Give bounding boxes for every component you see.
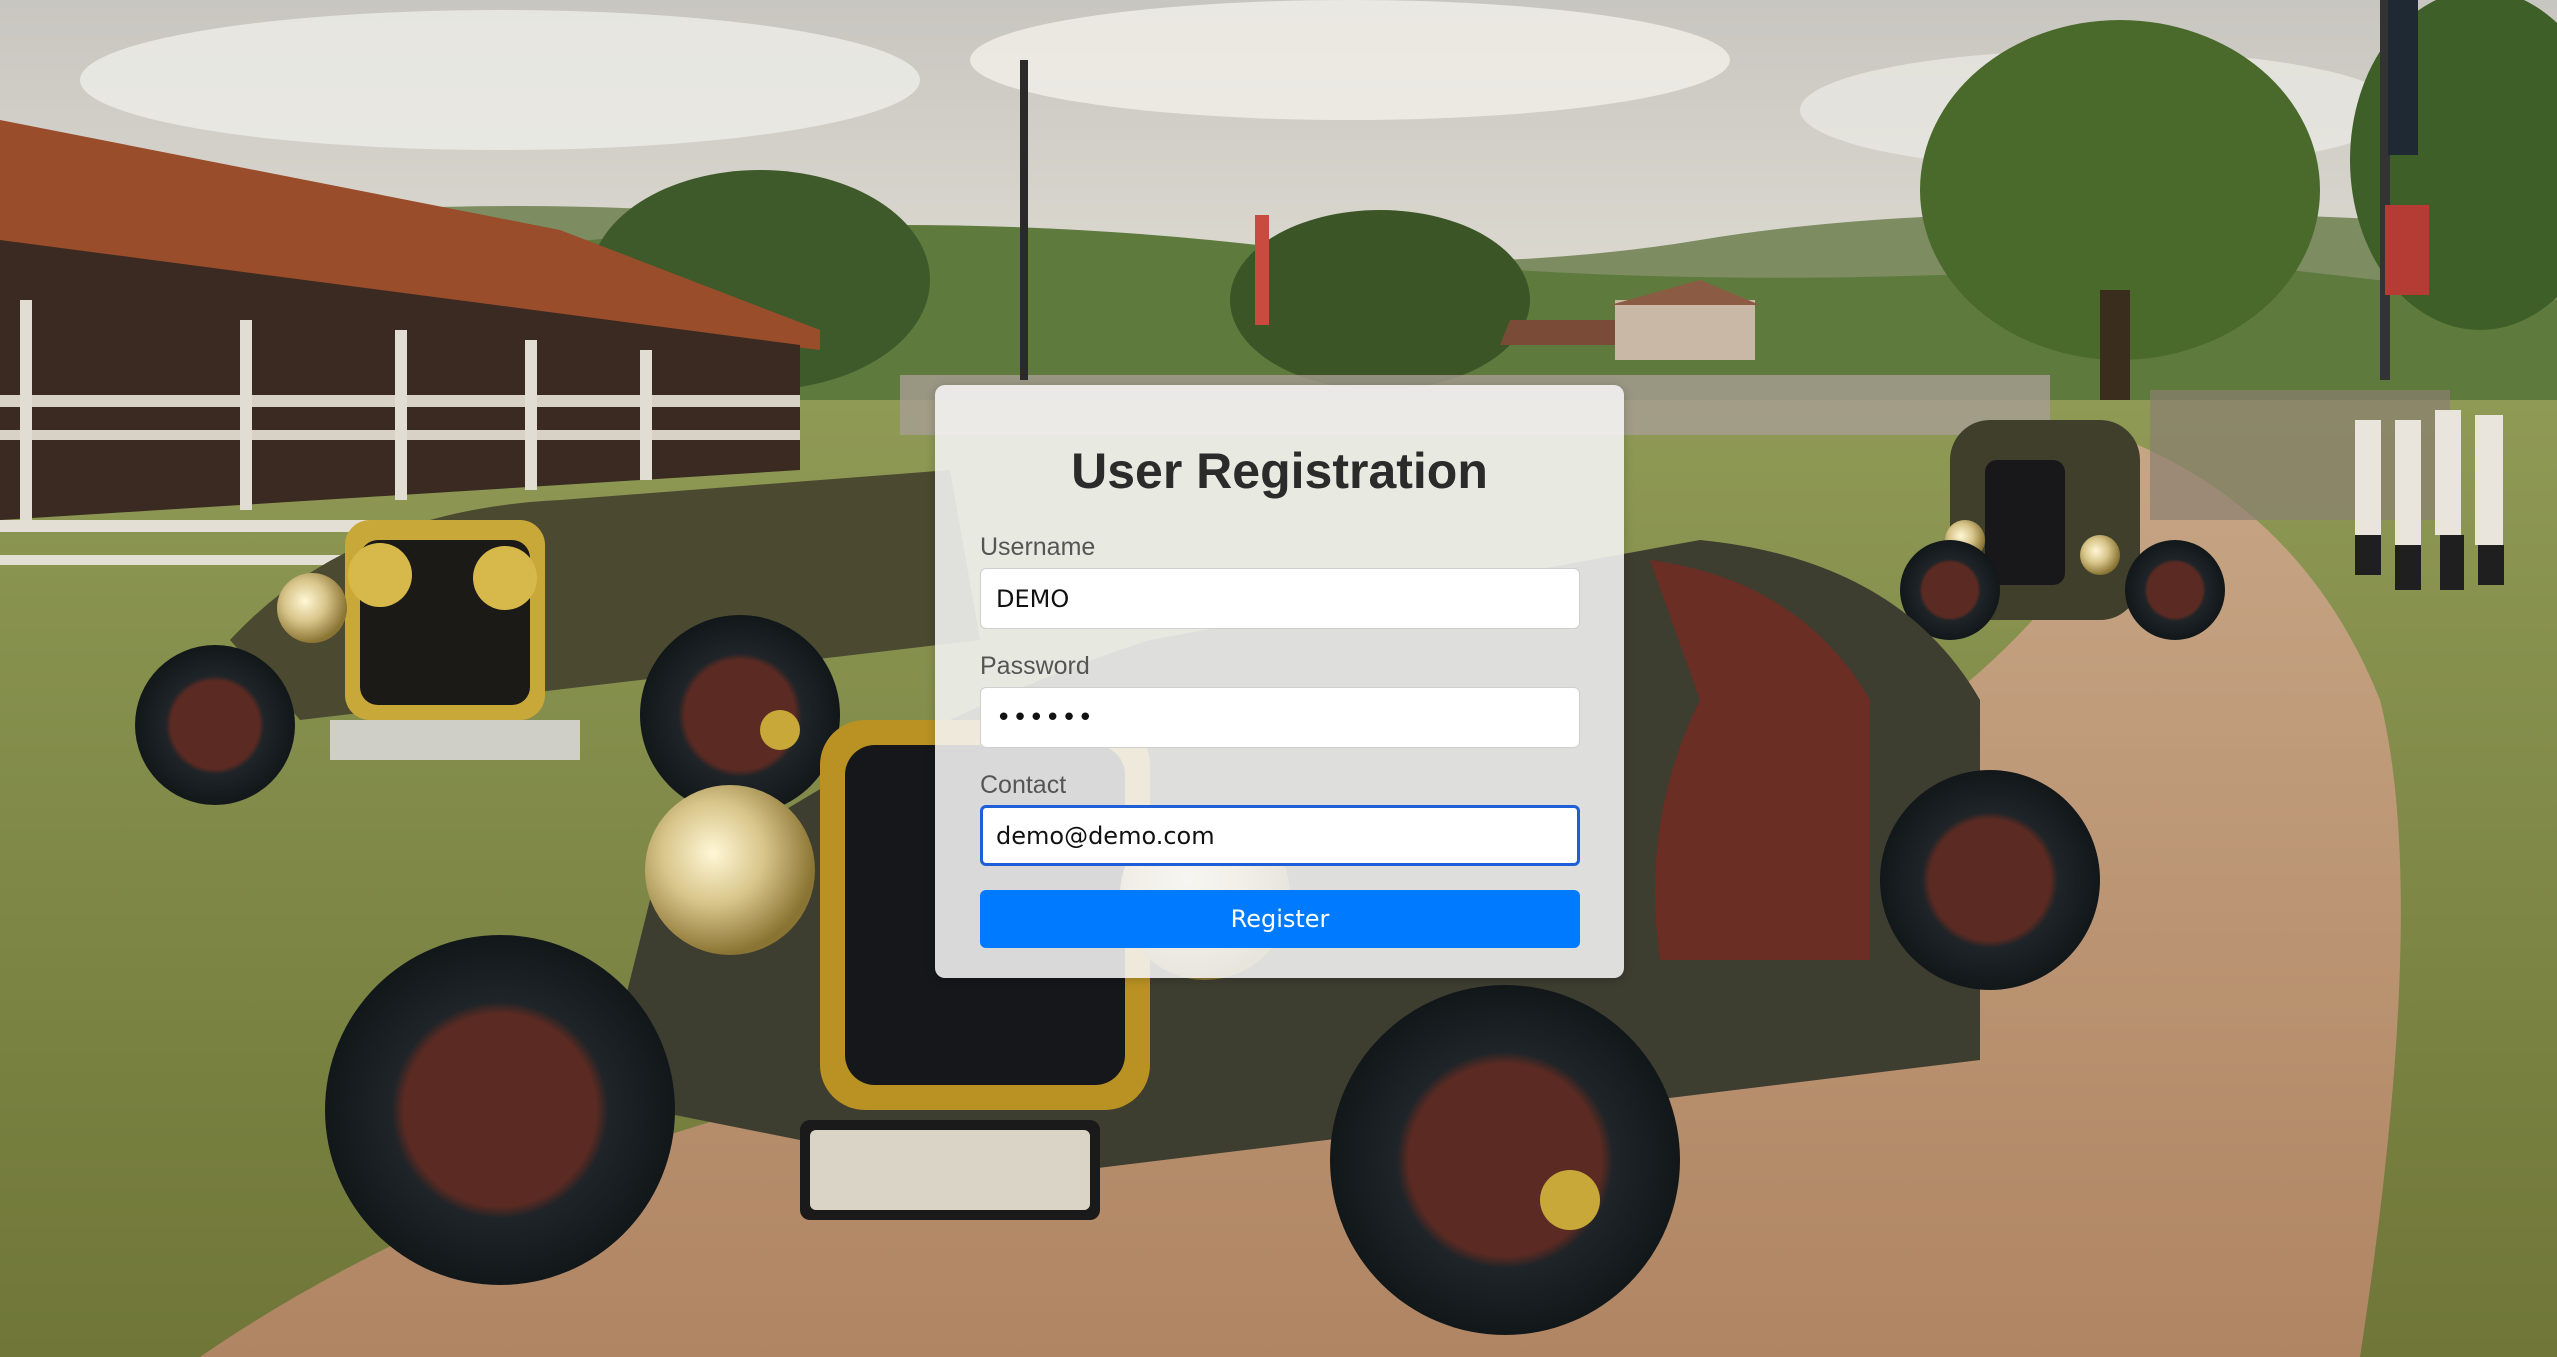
username-label: Username [980,533,1096,561]
contact-label: Contact [980,771,1067,799]
registration-card: User Registration Username Password Cont… [935,385,1624,978]
password-label: Password [980,652,1090,680]
password-input[interactable] [980,687,1580,748]
contact-input[interactable] [980,805,1580,866]
username-input[interactable] [980,568,1580,629]
register-button[interactable]: Register [980,890,1580,948]
form-title: User Registration [1071,443,1488,499]
